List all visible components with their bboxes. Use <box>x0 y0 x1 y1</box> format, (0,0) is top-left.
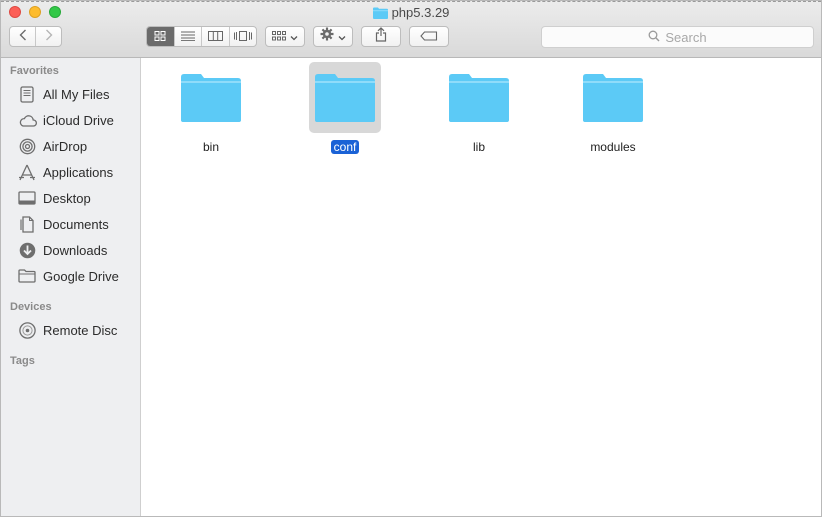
folder-icon <box>443 62 515 133</box>
sidebar-item-desktop[interactable]: Desktop <box>17 187 91 209</box>
favorites-header: Favorites <box>10 65 59 77</box>
folder-item-conf[interactable]: conf <box>300 62 390 156</box>
sidebar: Favorites All My Files iCloud Drive AirD… <box>1 58 141 516</box>
folder-icon <box>372 7 388 19</box>
sidebar-item-downloads[interactable]: Downloads <box>17 239 107 261</box>
window-title: php5.3.29 <box>1 5 821 20</box>
window-title-text: php5.3.29 <box>391 5 450 20</box>
cover-flow-view-button[interactable] <box>228 27 257 46</box>
downloads-icon <box>17 241 37 259</box>
folder-icon <box>577 62 649 133</box>
sidebar-item-label: Applications <box>43 164 114 180</box>
chevron-down-icon <box>338 28 346 46</box>
sidebar-item-label: Documents <box>43 216 109 232</box>
back-button[interactable] <box>10 27 35 46</box>
folder-item-bin[interactable]: bin <box>166 62 256 156</box>
search-icon <box>648 30 660 45</box>
chevron-right-icon <box>45 28 53 46</box>
arrange-grid-icon <box>272 28 286 46</box>
sidebar-item-documents[interactable]: Documents <box>17 213 109 235</box>
tags-header: Tags <box>10 355 35 367</box>
chevron-left-icon <box>19 28 27 46</box>
search-placeholder: Search <box>665 29 707 45</box>
devices-header: Devices <box>10 301 52 313</box>
folder-name: lib <box>472 140 485 154</box>
list-icon <box>180 28 195 46</box>
chevron-down-icon <box>290 28 298 46</box>
cloud-icon <box>17 111 37 129</box>
folder-name: conf <box>330 140 360 154</box>
sidebar-item-label: Google Drive <box>43 268 119 284</box>
sidebar-item-remote-disc[interactable]: Remote Disc <box>17 319 117 341</box>
list-view-button[interactable] <box>173 27 202 46</box>
cover-flow-icon <box>233 28 252 46</box>
arrange-menu-button[interactable] <box>265 26 305 47</box>
sidebar-item-label: Downloads <box>43 242 108 258</box>
disc-icon <box>17 321 37 339</box>
sidebar-item-label: iCloud Drive <box>43 112 114 128</box>
finder-window: php5.3.29 Search Favorites All My Files … <box>0 0 822 517</box>
folder-icon <box>175 62 247 133</box>
folder-item-lib[interactable]: lib <box>434 62 524 156</box>
search-field[interactable]: Search <box>541 26 814 48</box>
columns-icon <box>207 28 223 46</box>
sidebar-item-icloud-drive[interactable]: iCloud Drive <box>17 109 114 131</box>
sidebar-item-label: AirDrop <box>43 138 88 154</box>
file-browser-content: bin conf lib modules <box>141 58 821 516</box>
folder-icon <box>309 62 381 133</box>
airdrop-icon <box>17 137 37 155</box>
view-mode-selector <box>146 26 257 47</box>
share-icon <box>375 26 387 47</box>
share-button[interactable] <box>361 26 401 47</box>
gear-icon <box>320 27 334 46</box>
icon-grid-icon <box>154 28 166 46</box>
sidebar-item-applications[interactable]: Applications <box>17 161 113 183</box>
documents-icon <box>17 215 37 233</box>
folder-name: bin <box>202 140 219 154</box>
icon-view-button[interactable] <box>147 27 174 46</box>
title-bar: php5.3.29 Search <box>1 1 821 58</box>
applications-icon <box>17 163 37 181</box>
tag-icon <box>420 28 438 46</box>
edit-tags-button[interactable] <box>409 26 449 47</box>
back-forward-buttons <box>9 26 62 47</box>
column-view-button[interactable] <box>201 27 229 46</box>
all-files-icon <box>17 85 37 103</box>
folder-name: modules <box>590 140 636 154</box>
sidebar-item-airdrop[interactable]: AirDrop <box>17 135 87 157</box>
sidebar-item-label: Remote Disc <box>43 322 118 338</box>
sidebar-item-google-drive[interactable]: Google Drive <box>17 265 119 287</box>
forward-button[interactable] <box>35 27 61 46</box>
action-menu-button[interactable] <box>313 26 353 47</box>
sidebar-item-all-my-files[interactable]: All My Files <box>17 83 109 105</box>
sidebar-item-label: Desktop <box>43 190 91 206</box>
desktop-icon <box>17 189 37 207</box>
folder-item-modules[interactable]: modules <box>568 62 658 156</box>
sidebar-item-label: All My Files <box>43 86 110 102</box>
folder-icon <box>17 267 37 285</box>
